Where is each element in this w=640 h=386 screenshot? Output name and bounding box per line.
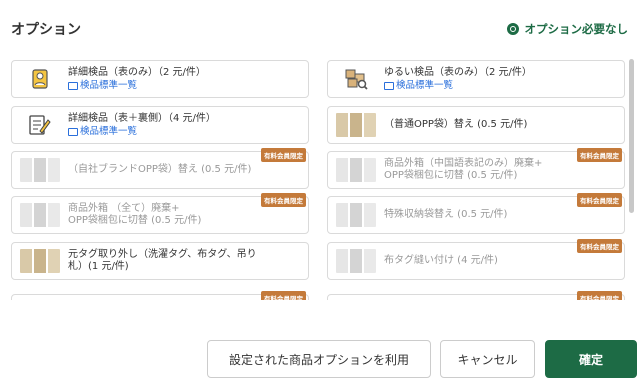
id-card-icon: [18, 65, 62, 93]
document-icon: [384, 81, 394, 90]
option-label-line2: 札）(1 元/件): [68, 261, 129, 272]
cancel-button[interactable]: キャンセル: [440, 340, 535, 378]
option-label: 詳細検品（表のみ）（2 元/件）: [68, 66, 206, 78]
option-label: 商品外箱（中国語表記のみ）廃棄+: [384, 158, 543, 169]
product-photo: [18, 299, 62, 300]
option-card-brand-opp-bag[interactable]: 有料会員限定 （自社ブランドOPP袋）替え (0.5 元/件): [11, 148, 309, 189]
option-label-line2: OPP袋梱包に切替 (0.5 元/件): [384, 170, 518, 181]
option-card-more-1[interactable]: 有料会員限定: [11, 291, 309, 300]
document-icon: [68, 81, 78, 90]
premium-badge: 有料会員限定: [577, 239, 622, 253]
option-label-line2: OPP袋梱包に切替 (0.5 元/件): [68, 215, 202, 226]
option-card-tag-removal[interactable]: 元タグ取り外し（洗濯タグ、布タグ、吊り 札）(1 元/件): [11, 242, 309, 280]
premium-badge: 有料会員限定: [577, 193, 622, 207]
option-card-tag-sewing[interactable]: 有料会員限定 布タグ縫い付け (4 元/件): [327, 239, 625, 280]
option-label: 詳細検品（表＋裏側）（4 元/件）: [68, 112, 216, 124]
premium-badge: 有料会員限定: [261, 148, 306, 162]
document-icon: [68, 127, 78, 136]
option-card-opp-bag[interactable]: （普通OPP袋）替え (0.5 元/件): [327, 106, 625, 144]
option-card-special-bag[interactable]: 有料会員限定 特殊収納袋替え (0.5 元/件): [327, 193, 625, 234]
option-label: （普通OPP袋）替え (0.5 元/件): [384, 119, 528, 130]
product-photo: [334, 111, 378, 139]
premium-badge: 有料会員限定: [577, 291, 622, 300]
option-label: 元タグ取り外し（洗濯タグ、布タグ、吊り: [68, 249, 257, 260]
option-label: 特殊収納袋替え (0.5 元/件): [384, 209, 508, 220]
option-card-detail-inspection-both[interactable]: 詳細検品（表＋裏側）（4 元/件） 検品標準一覧: [11, 106, 309, 144]
option-card-box-discard-chinese[interactable]: 有料会員限定 商品外箱（中国語表記のみ）廃棄+ OPP袋梱包に切替 (0.5 元…: [327, 148, 625, 189]
premium-badge: 有料会員限定: [577, 148, 622, 162]
option-label: 布タグ縫い付け (4 元/件): [384, 255, 498, 266]
premium-badge: 有料会員限定: [261, 193, 306, 207]
option-label: （自社ブランドOPP袋）替え (0.5 元/件): [68, 164, 252, 175]
page-title: オプション: [11, 22, 81, 38]
edit-document-icon: [18, 111, 62, 139]
option-card-box-discard-all[interactable]: 有料会員限定 商品外箱 （全て）廃棄+ OPP袋梱包に切替 (0.5 元/件): [11, 193, 309, 234]
product-photo: [18, 247, 62, 275]
use-saved-options-button[interactable]: 設定された商品オプションを利用: [207, 340, 431, 378]
inspection-standard-link[interactable]: 検品標準一覧: [384, 80, 532, 92]
product-photo: [334, 299, 378, 300]
inspection-standard-link[interactable]: 検品標準一覧: [68, 126, 216, 138]
premium-badge: 有料会員限定: [261, 291, 306, 300]
option-label: ゆるい検品（表のみ）（2 元/件）: [384, 66, 532, 78]
inspection-standard-link[interactable]: 検品標準一覧: [68, 80, 206, 92]
no-option-radio[interactable]: オプション必要なし: [506, 21, 629, 37]
option-card-loose-inspection[interactable]: ゆるい検品（表のみ）（2 元/件） 検品標準一覧: [327, 60, 625, 98]
radio-selected-icon[interactable]: [506, 23, 519, 35]
boxes-search-icon: [334, 65, 378, 93]
product-photo: [334, 156, 378, 184]
scrollbar[interactable]: [629, 59, 634, 213]
options-list: 詳細検品（表のみ）（2 元/件） 検品標準一覧 ゆるい検品（表のみ）（2 元/件…: [0, 50, 640, 300]
option-card-more-2[interactable]: 有料会員限定: [327, 291, 625, 300]
no-option-label: オプション必要なし: [524, 22, 629, 36]
product-photo: [334, 201, 378, 229]
confirm-button[interactable]: 確定: [545, 340, 637, 378]
product-photo: [18, 201, 62, 229]
option-label: 商品外箱 （全て）廃棄+: [68, 203, 180, 214]
product-photo: [334, 247, 378, 275]
product-photo: [18, 156, 62, 184]
option-card-detail-inspection-front[interactable]: 詳細検品（表のみ）（2 元/件） 検品標準一覧: [11, 60, 309, 98]
